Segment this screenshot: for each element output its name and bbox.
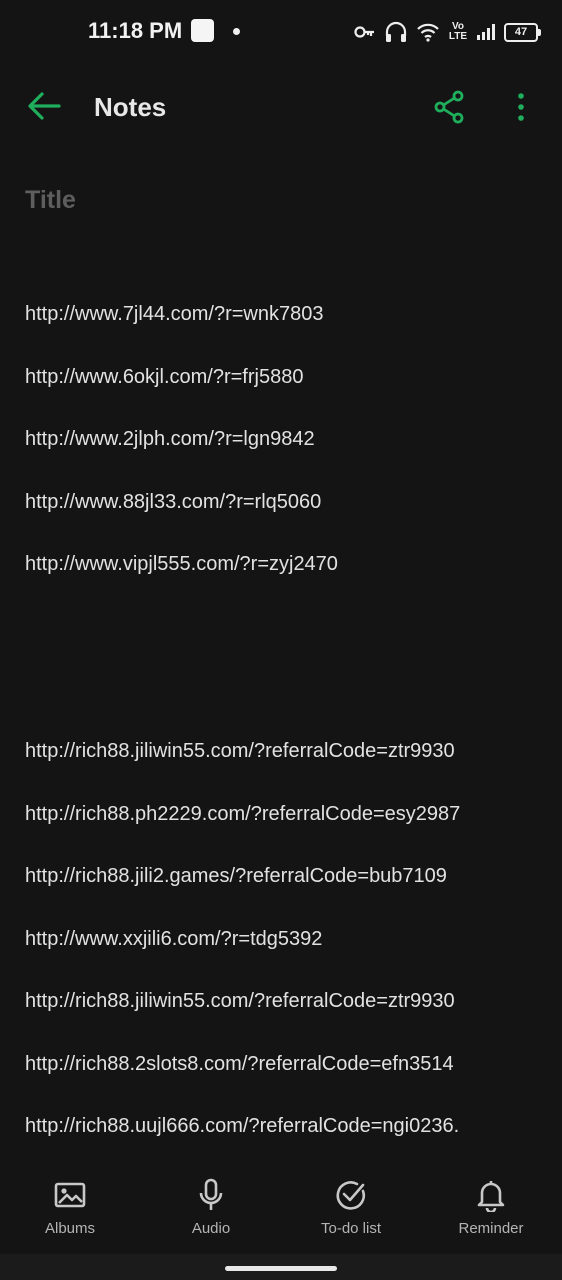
note-line: http://www.6okjl.com/?r=frj5880 xyxy=(25,366,304,388)
reminder-label: Reminder xyxy=(458,1220,524,1237)
back-button[interactable] xyxy=(24,86,64,126)
notification-app-icon xyxy=(191,19,214,42)
note-line: http://rich88.jiliwin55.com/?referralCod… xyxy=(25,740,455,762)
note-line: http://rich88.uujl666.com/?referralCode=… xyxy=(25,1115,460,1137)
arrow-left-icon xyxy=(28,92,61,120)
page-title: Notes xyxy=(94,92,167,122)
note-title-field[interactable]: Title xyxy=(25,186,525,215)
more-vertical-icon xyxy=(518,93,524,121)
check-circle-icon xyxy=(336,1181,366,1210)
share-icon xyxy=(434,90,464,124)
status-bar: 11:18 PM Vo LTE 47 xyxy=(0,0,562,64)
image-icon xyxy=(54,1182,86,1208)
share-button[interactable] xyxy=(428,86,470,128)
volte-indicator: Vo LTE xyxy=(448,21,468,42)
home-gesture-handle[interactable] xyxy=(225,1266,337,1271)
reminder-button[interactable]: Reminder xyxy=(431,1178,551,1237)
albums-button[interactable]: Albums xyxy=(10,1178,130,1237)
wifi-icon xyxy=(417,23,439,42)
battery-indicator: 47 xyxy=(504,22,541,42)
note-line: http://www.7jl44.com/?r=wnk7803 xyxy=(25,303,324,325)
bell-icon xyxy=(477,1181,505,1212)
todo-list-button[interactable]: To-do list xyxy=(291,1178,411,1237)
key-icon xyxy=(354,26,374,38)
note-line: http://rich88.jiliwin55.com/?referralCod… xyxy=(25,990,455,1012)
headphones-icon xyxy=(385,21,407,42)
status-time: 11:18 PM xyxy=(88,18,183,43)
bottom-toolbar: Albums Audio To-do list Reminder xyxy=(0,1162,562,1254)
notification-dot-icon xyxy=(233,28,240,35)
albums-label: Albums xyxy=(44,1220,96,1237)
note-line: http://www.vipjl555.com/?r=zyj2470 xyxy=(25,553,338,575)
more-options-button[interactable] xyxy=(506,86,536,128)
note-line: http://www.xxjili6.com/?r=tdg5392 xyxy=(25,928,323,950)
note-line: http://rich88.ph2229.com/?referralCode=e… xyxy=(25,803,461,825)
audio-label: Audio xyxy=(191,1220,231,1237)
note-line: http://rich88.jili2.games/?referralCode=… xyxy=(25,865,447,887)
audio-button[interactable]: Audio xyxy=(151,1178,271,1237)
app-bar: Notes xyxy=(0,70,562,142)
todo-list-label: To-do list xyxy=(320,1220,382,1237)
note-line: http://rich88.2slots8.com/?referralCode=… xyxy=(25,1053,454,1075)
note-line: http://www.88jl33.com/?r=rlq5060 xyxy=(25,491,322,513)
status-icons: Vo LTE 47 xyxy=(354,18,541,46)
note-line: http://www.2jlph.com/?r=lgn9842 xyxy=(25,428,315,450)
microphone-icon xyxy=(199,1178,223,1210)
signal-icon xyxy=(477,24,495,40)
